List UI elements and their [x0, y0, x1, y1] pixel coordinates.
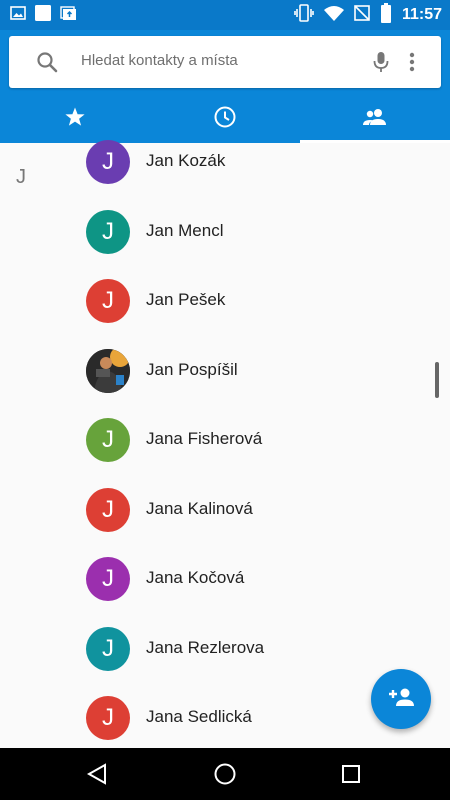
- search-placeholder[interactable]: Hledat kontakty a místa: [81, 52, 238, 69]
- more-vert-icon[interactable]: [407, 50, 417, 79]
- contact-item[interactable]: J Jana Fisherová: [0, 406, 430, 476]
- back-icon[interactable]: [86, 762, 108, 791]
- square-notification-icon: [34, 4, 52, 27]
- contact-avatar: J: [86, 488, 130, 532]
- contact-name: Jan Pospíšil: [146, 360, 238, 379]
- contact-item[interactable]: J Jana Rezlerova: [0, 615, 430, 685]
- navigation-bar: [0, 748, 450, 800]
- contact-name: Jana Fisherová: [146, 429, 263, 448]
- contact-avatar: J: [86, 210, 130, 254]
- contact-avatar: J: [86, 557, 130, 601]
- contact-avatar: J: [86, 627, 130, 671]
- contact-photo: [86, 349, 130, 393]
- microphone-icon[interactable]: [369, 50, 393, 79]
- battery-icon: [380, 2, 392, 28]
- contact-avatar: J: [86, 140, 130, 184]
- contact-name: Jana Sedlická: [146, 707, 252, 726]
- contact-item[interactable]: Jan Pospíšil: [0, 337, 430, 407]
- contact-name: Jan Pešek: [146, 290, 226, 309]
- app-bar: Hledat kontakty a místa: [0, 30, 450, 143]
- contact-item[interactable]: J Jan Pešek: [0, 267, 430, 337]
- wifi-icon: [323, 5, 344, 26]
- no-sim-icon: [354, 4, 370, 26]
- contact-name: Jan Kozák: [146, 151, 226, 170]
- status-bar: 11:57: [0, 0, 450, 30]
- scrollbar-thumb[interactable]: [435, 362, 439, 398]
- search-icon[interactable]: [35, 50, 59, 79]
- contact-name: Jana Kočová: [146, 568, 245, 587]
- contact-item[interactable]: J Jana Kalinová: [0, 476, 430, 546]
- person-photo-icon: [86, 349, 130, 393]
- vibrate-icon: [294, 3, 314, 27]
- recents-icon[interactable]: [341, 762, 361, 791]
- image-icon: [10, 5, 26, 26]
- photo-upload-icon: [60, 4, 78, 27]
- add-contact-icon: [387, 685, 415, 714]
- contact-name: Jan Mencl: [146, 221, 224, 240]
- contact-avatar: J: [86, 696, 130, 740]
- contact-item[interactable]: J Jan Kozák: [0, 128, 430, 198]
- contact-item[interactable]: J Jana Kočová: [0, 545, 430, 615]
- clock-time: 11:57: [401, 6, 442, 23]
- contact-name: Jana Kalinová: [146, 499, 253, 518]
- contact-item[interactable]: J Jana Sedlická: [0, 684, 430, 754]
- home-icon[interactable]: [213, 762, 237, 791]
- contact-item[interactable]: J Jan Mencl: [0, 198, 430, 268]
- contact-avatar: J: [86, 279, 130, 323]
- contact-name: Jana Rezlerova: [146, 638, 265, 657]
- contact-avatar: J: [86, 418, 130, 462]
- search-bar[interactable]: Hledat kontakty a místa: [9, 36, 441, 88]
- add-contact-button[interactable]: [371, 669, 431, 729]
